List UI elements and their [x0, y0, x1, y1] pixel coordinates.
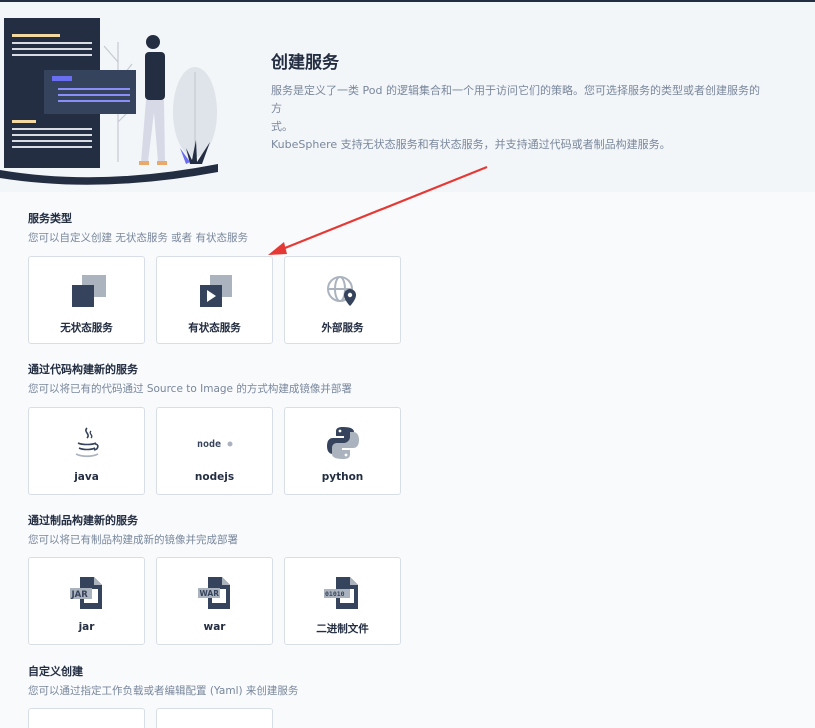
- section-service-type: 服务类型 您可以自定义创建 无状态服务 或者 有状态服务 无状态服务 有状态服务: [28, 212, 728, 344]
- section-subtitle: 您可以自定义创建 无状态服务 或者 有状态服务: [28, 232, 249, 244]
- section-subtitle: 您可以将已有的代码通过 Source to Image 的方式构建成镜像并部署: [28, 383, 352, 395]
- stateful-service-card[interactable]: 有状态服务: [156, 256, 273, 344]
- card-label: java: [74, 471, 99, 483]
- binary-icon-text: 01010: [325, 590, 345, 598]
- description-line: KubeSphere 支持无状态服务和有状态服务，并支持通过代码或者制品构建服务…: [271, 138, 671, 151]
- nodejs-card[interactable]: node nodejs: [156, 407, 273, 495]
- custom-yaml-card[interactable]: [156, 708, 273, 728]
- java-icon: [75, 427, 99, 458]
- section-build-from-artifact: 通过制品构建新的服务 您可以将已有制品构建成新的镜像并完成部署 JAR jar …: [28, 514, 728, 645]
- section-title: 自定义创建: [28, 665, 83, 678]
- python-icon: [327, 427, 359, 459]
- card-list: 无状态服务 有状态服务 外部服务: [28, 256, 401, 344]
- card-label: 有状态服务: [188, 322, 241, 334]
- header-illustration: [0, 18, 218, 185]
- section-title: 通过制品构建新的服务: [28, 514, 138, 527]
- python-card[interactable]: python: [284, 407, 401, 495]
- stateless-service-card[interactable]: 无状态服务: [28, 256, 145, 344]
- page-description: 服务是定义了一类 Pod 的逻辑集合和一个用于访问它们的策略。您可选择服务的类型…: [271, 82, 761, 154]
- binary-file-icon: 01010: [324, 577, 358, 609]
- section-subtitle: 您可以将已有制品构建成新的镜像并完成部署: [28, 534, 238, 546]
- nodejs-icon: node: [197, 439, 233, 450]
- custom-workload-card[interactable]: [28, 708, 145, 728]
- card-list: java node nodejs python: [28, 407, 401, 495]
- jar-card[interactable]: JAR jar: [28, 557, 145, 645]
- nodejs-icon-text: node: [197, 439, 221, 450]
- description-line: 服务是定义了一类 Pod 的逻辑集合和一个用于访问它们的策略。您可选择服务的类型…: [271, 84, 760, 115]
- card-label: war: [203, 621, 226, 633]
- section-subtitle: 您可以通过指定工作负载或者编辑配置 (Yaml) 来创建服务: [28, 685, 299, 697]
- card-list: JAR jar WAR war 01010 二进制文件: [28, 557, 401, 645]
- external-service-card[interactable]: 外部服务: [284, 256, 401, 344]
- jar-icon-text: JAR: [71, 590, 89, 600]
- section-title: 通过代码构建新的服务: [28, 363, 138, 376]
- card-label: 无状态服务: [60, 322, 113, 334]
- binary-file-card[interactable]: 01010 二进制文件: [284, 557, 401, 645]
- stateful-service-icon: [200, 275, 232, 307]
- war-file-icon: WAR: [198, 577, 230, 609]
- section-build-from-code: 通过代码构建新的服务 您可以将已有的代码通过 Source to Image 的…: [28, 363, 728, 495]
- card-label: jar: [78, 621, 95, 633]
- war-icon-text: WAR: [200, 589, 220, 598]
- war-card[interactable]: WAR war: [156, 557, 273, 645]
- card-label: 外部服务: [321, 322, 364, 334]
- page-header: 创建服务 服务是定义了一类 Pod 的逻辑集合和一个用于访问它们的策略。您可选择…: [0, 2, 815, 192]
- page-title: 创建服务: [271, 53, 339, 73]
- java-card[interactable]: java: [28, 407, 145, 495]
- section-custom-create: 自定义创建 您可以通过指定工作负载或者编辑配置 (Yaml) 来创建服务: [28, 665, 728, 728]
- card-label: nodejs: [194, 471, 235, 483]
- card-list: [28, 708, 273, 728]
- card-label: python: [321, 471, 364, 483]
- card-label: 二进制文件: [316, 623, 369, 635]
- description-line: 式。: [271, 120, 293, 133]
- stateless-service-icon: [72, 275, 106, 307]
- external-service-icon: [327, 276, 356, 306]
- jar-file-icon: JAR: [70, 577, 102, 609]
- section-title: 服务类型: [28, 212, 72, 225]
